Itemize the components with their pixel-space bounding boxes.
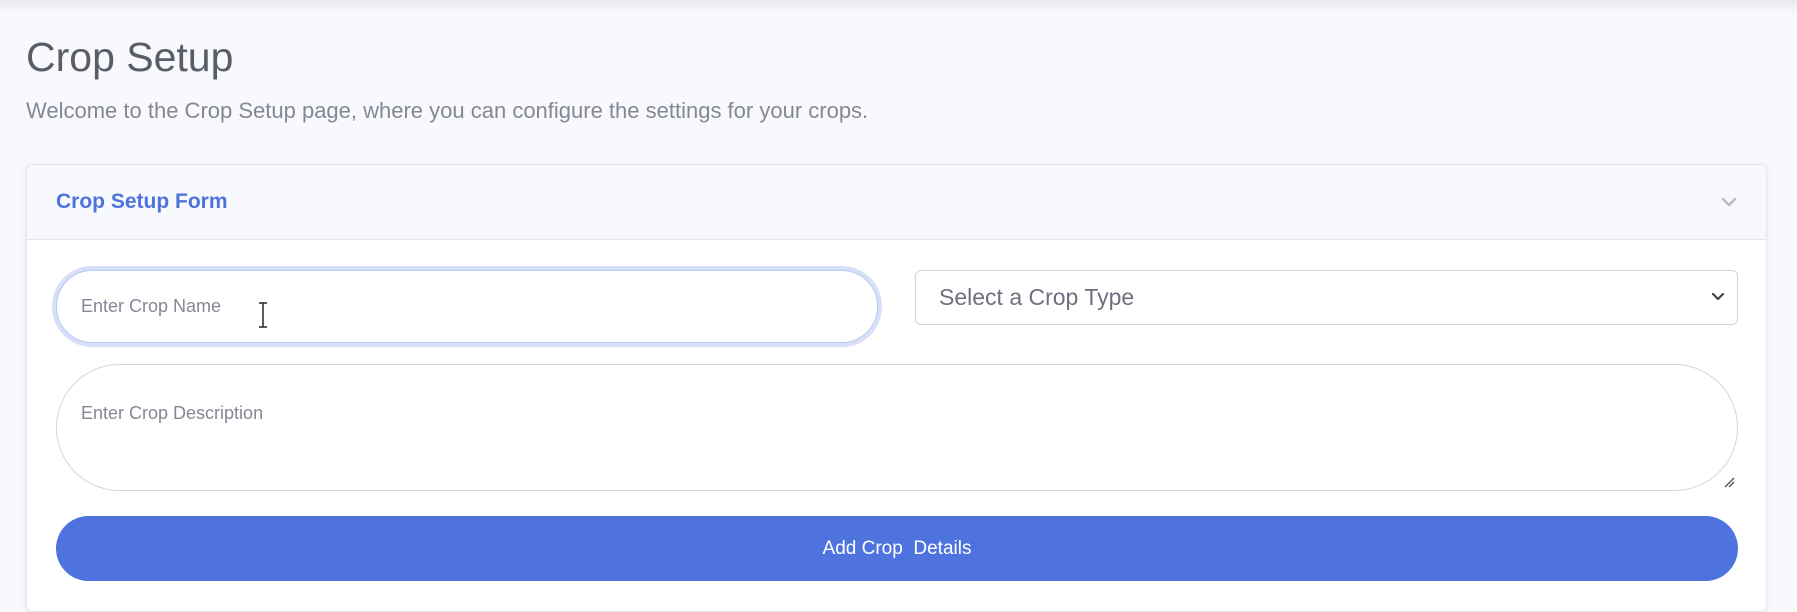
card-header-toggle[interactable]: Crop Setup Form	[27, 165, 1766, 240]
page-subtitle: Welcome to the Crop Setup page, where yo…	[26, 98, 869, 123]
card-title: Crop Setup Form	[56, 190, 228, 213]
chevron-down-icon	[1711, 289, 1725, 307]
crop-description-textarea[interactable]	[56, 364, 1738, 491]
resize-handle-icon[interactable]	[1723, 476, 1735, 488]
page-title: Crop Setup	[26, 34, 234, 80]
crop-setup-card: Crop Setup Form Select a Crop Type Add C…	[26, 164, 1767, 612]
crop-type-selected: Select a Crop Type	[939, 284, 1135, 310]
text-cursor-icon	[259, 302, 267, 328]
add-crop-details-button[interactable]: Add Crop Details	[56, 516, 1738, 581]
crop-name-input[interactable]	[56, 270, 878, 343]
crop-type-select[interactable]: Select a Crop Type	[915, 270, 1738, 325]
topbar-shadow	[0, 0, 1797, 14]
chevron-down-icon[interactable]	[1720, 193, 1738, 211]
